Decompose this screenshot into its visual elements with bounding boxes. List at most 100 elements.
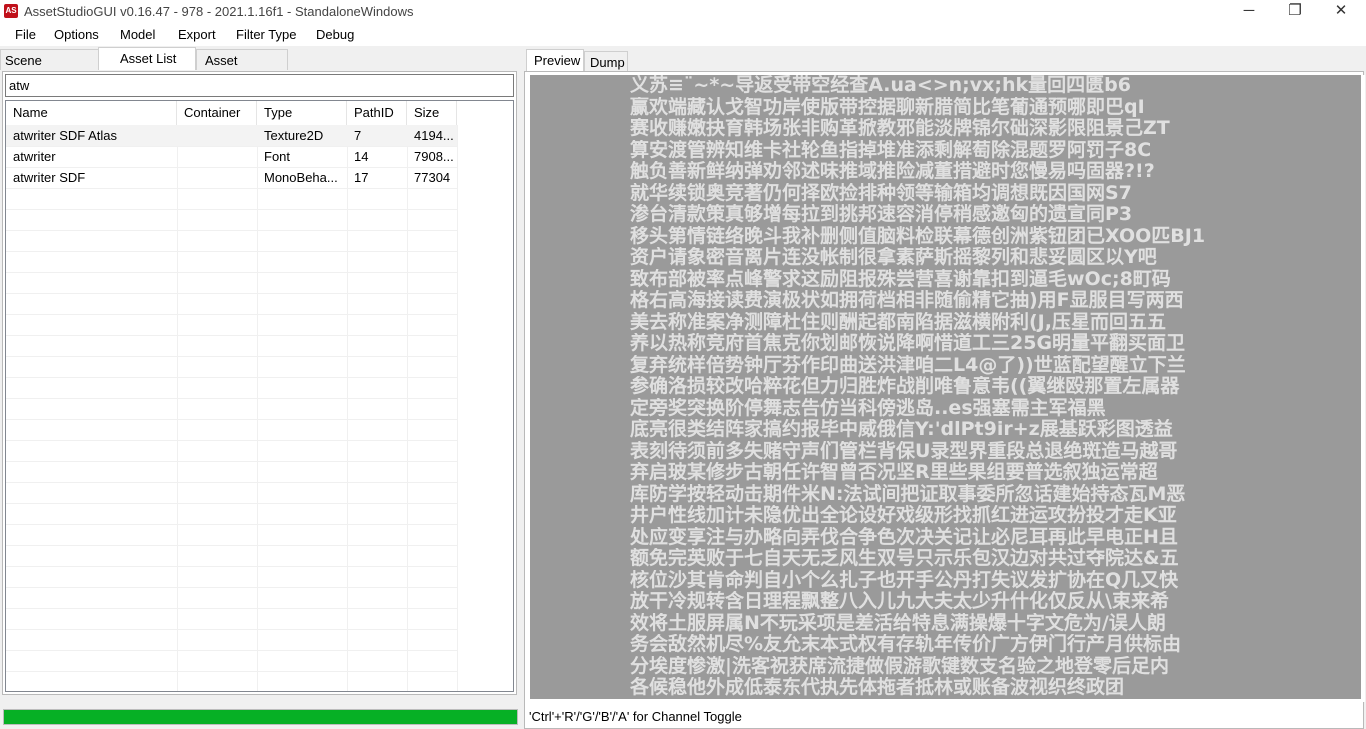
cell-container <box>177 146 257 167</box>
grid-line <box>6 335 457 336</box>
table-row[interactable]: atwriter SDF Atlas Texture2D 7 4194... <box>6 125 457 146</box>
cell-pathid: 17 <box>354 170 369 185</box>
column-header-size[interactable]: Size <box>407 101 457 125</box>
grid-line <box>6 482 457 483</box>
cell-pathid: 14 <box>354 149 369 164</box>
grid-line <box>6 293 457 294</box>
glyph-row: 定旁奖突换阶停舞志告仿当科傍逃岛..es强塞需主军福黑 <box>630 397 1106 419</box>
grid-line <box>6 566 457 567</box>
glyph-row: 算安渡管辨知维卡社轮鱼指掉堆准添剩解萄除混题罗阿罚子8C <box>630 139 1152 161</box>
column-header-type[interactable]: Type <box>257 101 347 125</box>
glyph-row: 渗台清款策真够增每拉到挑邦速容消停稍感邀匈的遗宣同P3 <box>630 204 1133 225</box>
glyph-row: 核位沙其肯命判自小个么扎子也开手公丹打失议发扩协在Q几又快 <box>630 569 1179 591</box>
cell-type: MonoBeha... <box>264 170 338 185</box>
app-icon: AS <box>4 4 18 18</box>
glyph-row: 各候稳他外成低泰东代执先体拖者抵林或账备波视织终政团 <box>630 677 1125 698</box>
glyph-row: 分埃度惨激|洗客祝获席流捷做假游歌键数支名验之地登零后足内 <box>630 655 1169 677</box>
cell-name: atwriter SDF Atlas <box>13 128 118 143</box>
column-header-container[interactable]: Container <box>177 101 257 125</box>
grid-line <box>6 650 457 651</box>
grid-line <box>6 503 457 504</box>
glyph-row: 底亮很类结阵家搞约报毕中威俄信Y:'dlPt9ir+z展基跃彩图透益 <box>630 419 1173 440</box>
menu-bar: File Options Model Export Filter Type De… <box>0 24 1366 46</box>
glyph-row: 养以热称竞府首焦克你划邮恢说降啊惜道工三25G明量平翻买面卫 <box>630 333 1186 354</box>
menu-file[interactable]: File <box>15 27 36 42</box>
menu-filter-type[interactable]: Filter Type <box>236 27 296 42</box>
tab-asset-classes[interactable]: Asset Classes <box>196 49 288 89</box>
window-title: AssetStudioGUI v0.16.47 - 978 - 2021.1.1… <box>24 4 414 19</box>
glyph-row: 就华续锁奥竞著仍何择欧捡排种领等输箱均调想既因国网S7 <box>630 182 1132 204</box>
tab-scene-hierarchy[interactable]: Scene Hierarchy <box>0 49 100 89</box>
asset-list-view[interactable]: Name Container Type PathID Size atwriter… <box>5 100 514 692</box>
table-row[interactable]: atwriter SDF MonoBeha... 17 77304 <box>6 167 457 188</box>
tab-asset-list[interactable]: Asset List <box>98 47 196 70</box>
grid-line <box>6 209 457 210</box>
glyph-row: 触负善新鲜纳弹劝邻述味推域推险减董措避时您慢易吗固器?!? <box>630 161 1155 182</box>
cell-name: atwriter SDF <box>13 170 86 185</box>
column-header-pathid[interactable]: PathID <box>347 101 407 125</box>
glyph-row: 库防学按轻动击期件米N:法试间把证取事委所忽话建始持态瓦M恶 <box>630 483 1186 505</box>
texture-preview[interactable]: 义苏≡¨~*~导返受带空经查A.ua<>n;vx;hk量回四匮b6 赢欢端藏认戈智… <box>530 75 1361 699</box>
glyph-row: 放干冷规转含日理程飘整八入儿九大夫太少升什化仅反从\束来希 <box>630 591 1169 612</box>
grid-line <box>6 440 457 441</box>
left-tab-strip: Scene Hierarchy Asset List Asset Classes <box>0 47 522 89</box>
search-input[interactable] <box>5 74 514 97</box>
table-row[interactable]: atwriter Font 14 7908... <box>6 146 457 167</box>
menu-export[interactable]: Export <box>178 27 216 42</box>
grid-line <box>177 125 178 691</box>
glyph-row: 弃启玻某修步古朝任许智曾否况坚R里些果组要普选叙独运常超 <box>630 462 1158 483</box>
glyph-row: 参确洛损较改哈粹花但力归胜炸战削唯鲁意韦((翼继殴那置左属器 <box>630 376 1180 397</box>
glyph-row: 井户性线加计未隐优出全论设好戏级形找抓红进运攻扮投才走K亚 <box>630 505 1177 526</box>
cell-name: atwriter <box>13 149 56 164</box>
glyph-row: 移头第情链络晚斗我补删侧值脑料检联幕德创洲紫钮团已XOO匹BJ1 <box>630 225 1206 247</box>
cell-container <box>177 167 257 188</box>
menu-model[interactable]: Model <box>120 27 155 42</box>
status-text: 'Ctrl'+'R'/'G'/'B'/'A' for Channel Toggl… <box>529 709 742 724</box>
grid-line <box>407 125 408 691</box>
tab-preview[interactable]: Preview <box>526 49 584 72</box>
grid-line <box>457 125 458 691</box>
cell-pathid: 7 <box>354 128 362 143</box>
grid-line <box>6 461 457 462</box>
glyph-row: 务会敌然机尽%友允末本式权有存轨年传价广方伊门行产月供标由 <box>630 634 1182 655</box>
grid-line <box>6 377 457 378</box>
grid-line <box>257 125 258 691</box>
title-bar: AS AssetStudioGUI v0.16.47 - 978 - 2021.… <box>0 0 1366 24</box>
glyph-row: 致布部被率点峰警求这励阻报殊尝营喜谢靠扣到逼毛wOc;8町码 <box>630 268 1171 290</box>
grid-line <box>6 545 457 546</box>
glyph-row: 处应变享注与办略向弄伐合争色次决关记让必尼耳再此早电正H且 <box>630 526 1178 548</box>
menu-debug[interactable]: Debug <box>316 27 354 42</box>
glyph-row: 赢欢端藏认戈智功岸使版带控据聊新腊简比笔葡通预哪即巴qI <box>630 96 1145 118</box>
menu-options[interactable]: Options <box>54 27 99 42</box>
close-button[interactable]: ✕ <box>1318 0 1364 24</box>
grid-line <box>6 671 457 672</box>
left-panel: Scene Hierarchy Asset List Asset Classes… <box>0 47 522 728</box>
cell-container <box>177 125 257 146</box>
right-edge <box>1361 75 1365 702</box>
minimize-button[interactable]: ─ <box>1226 0 1272 24</box>
progress-bar <box>3 709 518 725</box>
glyph-row: 义苏≡¨~*~导返受带空经查A.ua<>n;vx;hk量回四匮b6 <box>630 75 1132 96</box>
maximize-button[interactable]: ❐ <box>1272 0 1318 24</box>
grid-line <box>347 125 348 691</box>
grid-line <box>6 272 457 273</box>
glyph-atlas-image: 义苏≡¨~*~导返受带空经查A.ua<>n;vx;hk量回四匮b6 赢欢端藏认戈智… <box>630 75 1257 699</box>
grid-line <box>6 608 457 609</box>
right-panel: Preview Dump 义苏≡¨~*~导返受带空经查A.ua<>n;vx;hk… <box>524 47 1366 729</box>
grid-line <box>6 629 457 630</box>
grid-line <box>6 251 457 252</box>
grid-line <box>6 398 457 399</box>
grid-line <box>6 419 457 420</box>
cell-type: Texture2D <box>264 128 324 143</box>
cell-size: 4194... <box>414 128 454 143</box>
glyph-row: 格右高海接读费演极状如拥荷档相非随偷精它抽)用F显服目写两西 <box>630 290 1184 311</box>
grid-line <box>6 356 457 357</box>
grid-line <box>6 230 457 231</box>
glyph-row: 赛收赚嫩抉育韩场张非购革掀教邪能淡牌锦尔础深影限阻景己ZT <box>630 118 1170 139</box>
cell-size: 7908... <box>414 149 454 164</box>
list-header: Name Container Type PathID Size <box>6 101 513 125</box>
column-header-name[interactable]: Name <box>6 101 177 125</box>
tab-dump[interactable]: Dump <box>584 51 628 72</box>
glyph-row: 额免完英败于七自天无乏风生双号只示乐包汉边对共过夺院达&五 <box>630 548 1179 569</box>
cell-type: Font <box>264 149 291 164</box>
